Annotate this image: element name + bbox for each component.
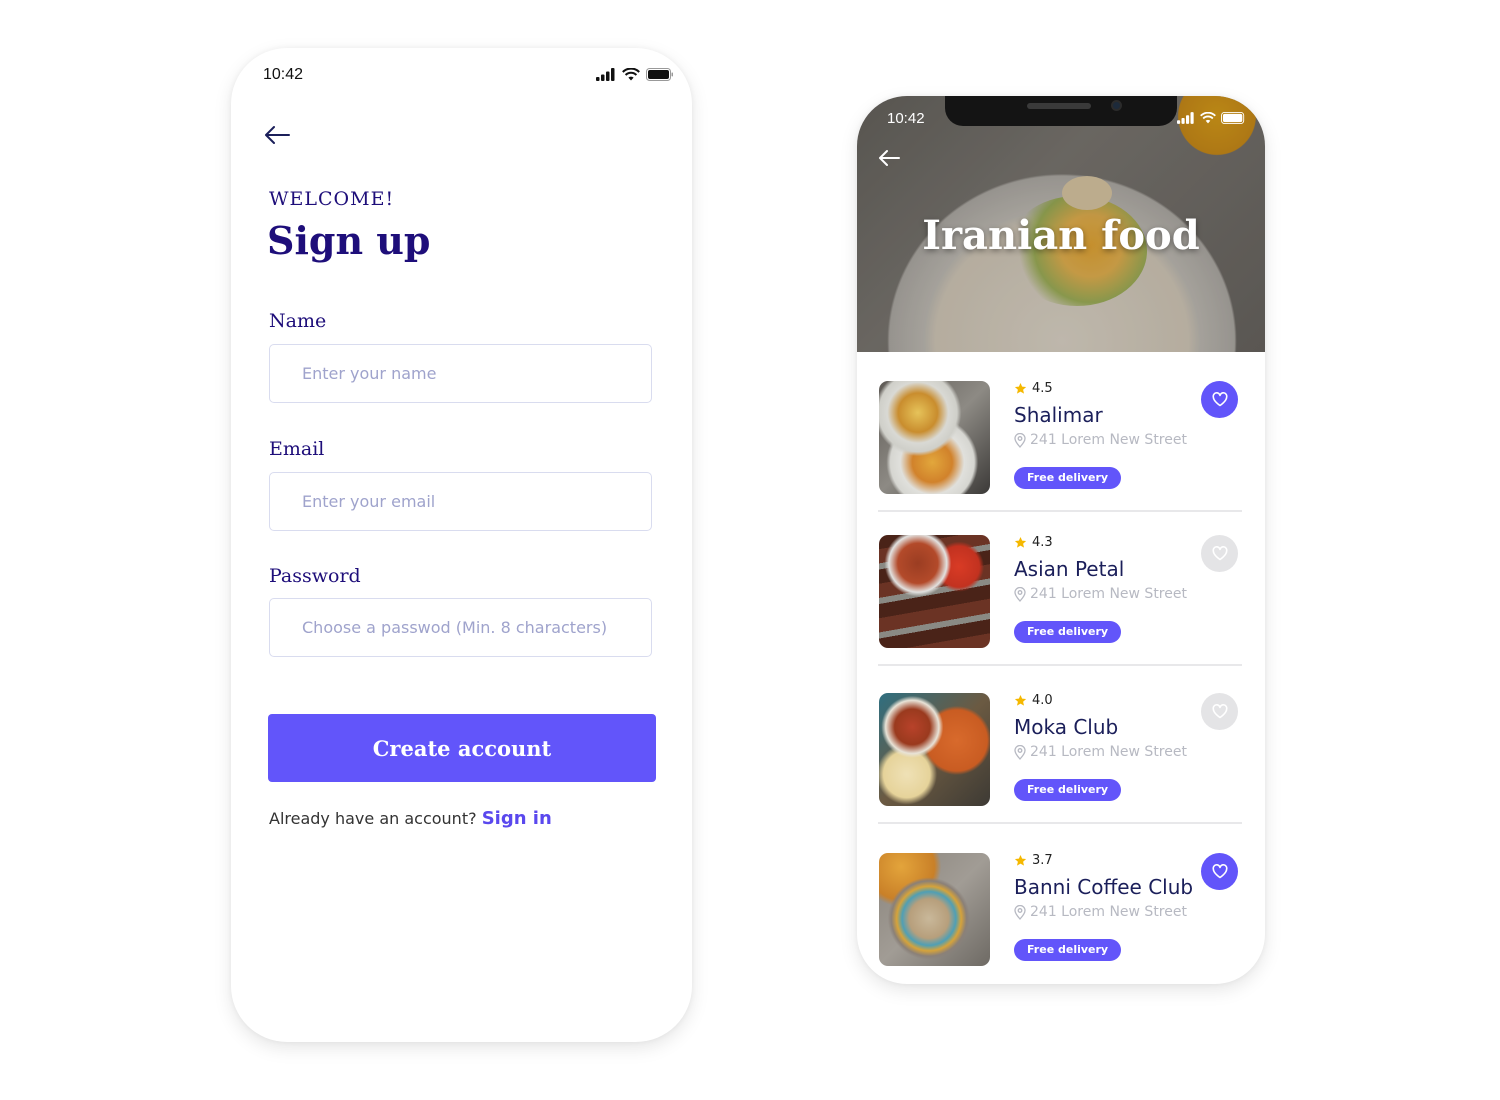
location-pin-icon — [1014, 904, 1026, 920]
password-input[interactable] — [269, 598, 652, 657]
signal-icon — [596, 68, 615, 81]
address-text: 241 Lorem New Street — [1030, 744, 1187, 760]
wifi-icon — [622, 68, 640, 81]
restaurant-name[interactable]: Banni Coffee Club — [1014, 875, 1193, 899]
rating: 4.0 — [1014, 693, 1053, 708]
status-icons — [1177, 112, 1247, 124]
free-delivery-badge: Free delivery — [1014, 779, 1122, 801]
welcome-label: WELCOME! — [269, 188, 395, 210]
hero-title: Iranian food — [922, 212, 1200, 259]
heart-icon — [1212, 864, 1227, 879]
food-phone: Iranian food 10:42 4.5 Shalimar 241 Lore… — [857, 96, 1265, 984]
rating-value: 3.7 — [1032, 853, 1053, 868]
rating-value: 4.3 — [1032, 535, 1053, 550]
restaurant-item[interactable]: 3.7 Banni Coffee Club 241 Lorem New Stre… — [878, 853, 1243, 984]
free-delivery-badge: Free delivery — [1014, 939, 1122, 961]
signin-prompt: Already have an account? — [269, 809, 477, 828]
rating: 4.3 — [1014, 535, 1053, 550]
signin-link[interactable]: Sign in — [482, 808, 552, 829]
battery-icon — [1221, 112, 1245, 124]
list-divider — [878, 664, 1242, 666]
create-account-button[interactable]: Create account — [268, 714, 656, 782]
back-arrow-icon[interactable] — [263, 124, 291, 146]
restaurant-item[interactable]: 4.0 Moka Club 241 Lorem New Street Free … — [878, 693, 1243, 843]
battery-icon — [646, 68, 673, 81]
free-delivery-badge: Free delivery — [1014, 621, 1122, 643]
hero-image: Iranian food — [857, 96, 1265, 352]
signal-icon — [1177, 112, 1194, 124]
restaurant-name[interactable]: Moka Club — [1014, 715, 1118, 739]
restaurant-thumbnail[interactable] — [879, 381, 990, 494]
restaurant-address: 241 Lorem New Street — [1014, 586, 1187, 602]
restaurant-thumbnail[interactable] — [879, 853, 990, 966]
status-icons — [596, 68, 674, 81]
status-time: 10:42 — [887, 110, 925, 127]
camera-icon — [1111, 100, 1122, 111]
device-notch — [945, 96, 1177, 126]
rating: 3.7 — [1014, 853, 1053, 868]
page-title: Sign up — [267, 218, 431, 263]
favorite-button[interactable] — [1201, 693, 1238, 730]
rating-value: 4.5 — [1032, 381, 1053, 396]
back-arrow-icon[interactable] — [877, 148, 901, 168]
name-label: Name — [269, 310, 327, 332]
restaurant-address: 241 Lorem New Street — [1014, 904, 1187, 920]
favorite-button[interactable] — [1201, 853, 1238, 890]
email-label: Email — [269, 438, 325, 460]
location-pin-icon — [1014, 432, 1026, 448]
heart-icon — [1212, 392, 1227, 407]
restaurant-thumbnail[interactable] — [879, 693, 990, 806]
restaurant-item[interactable]: 4.5 Shalimar 241 Lorem New Street Free d… — [878, 381, 1243, 531]
restaurant-name[interactable]: Shalimar — [1014, 403, 1103, 427]
star-icon — [1014, 536, 1027, 548]
star-icon — [1014, 694, 1027, 706]
restaurant-thumbnail[interactable] — [879, 535, 990, 648]
name-input[interactable] — [269, 344, 652, 403]
favorite-button[interactable] — [1201, 535, 1238, 572]
address-text: 241 Lorem New Street — [1030, 432, 1187, 448]
rating-value: 4.0 — [1032, 693, 1053, 708]
restaurant-name[interactable]: Asian Petal — [1014, 557, 1124, 581]
address-text: 241 Lorem New Street — [1030, 904, 1187, 920]
favorite-button[interactable] — [1201, 381, 1238, 418]
signin-row: Already have an account? Sign in — [269, 808, 552, 829]
location-pin-icon — [1014, 744, 1026, 760]
restaurant-item[interactable]: 4.3 Asian Petal 241 Lorem New Street Fre… — [878, 535, 1243, 685]
rating: 4.5 — [1014, 381, 1053, 396]
location-pin-icon — [1014, 586, 1026, 602]
email-input[interactable] — [269, 472, 652, 531]
password-label: Password — [269, 565, 361, 587]
signup-phone: 10:42 WELCOME! Sign up Name Email Passwo… — [231, 48, 692, 1042]
heart-icon — [1212, 704, 1227, 719]
wifi-icon — [1200, 112, 1216, 124]
star-icon — [1014, 382, 1027, 394]
status-time: 10:42 — [263, 66, 304, 83]
heart-icon — [1212, 546, 1227, 561]
free-delivery-badge: Free delivery — [1014, 467, 1122, 489]
restaurant-address: 241 Lorem New Street — [1014, 432, 1187, 448]
speaker-icon — [1027, 103, 1091, 109]
restaurant-address: 241 Lorem New Street — [1014, 744, 1187, 760]
list-divider — [878, 822, 1242, 824]
list-divider — [878, 510, 1242, 512]
star-icon — [1014, 854, 1027, 866]
address-text: 241 Lorem New Street — [1030, 586, 1187, 602]
